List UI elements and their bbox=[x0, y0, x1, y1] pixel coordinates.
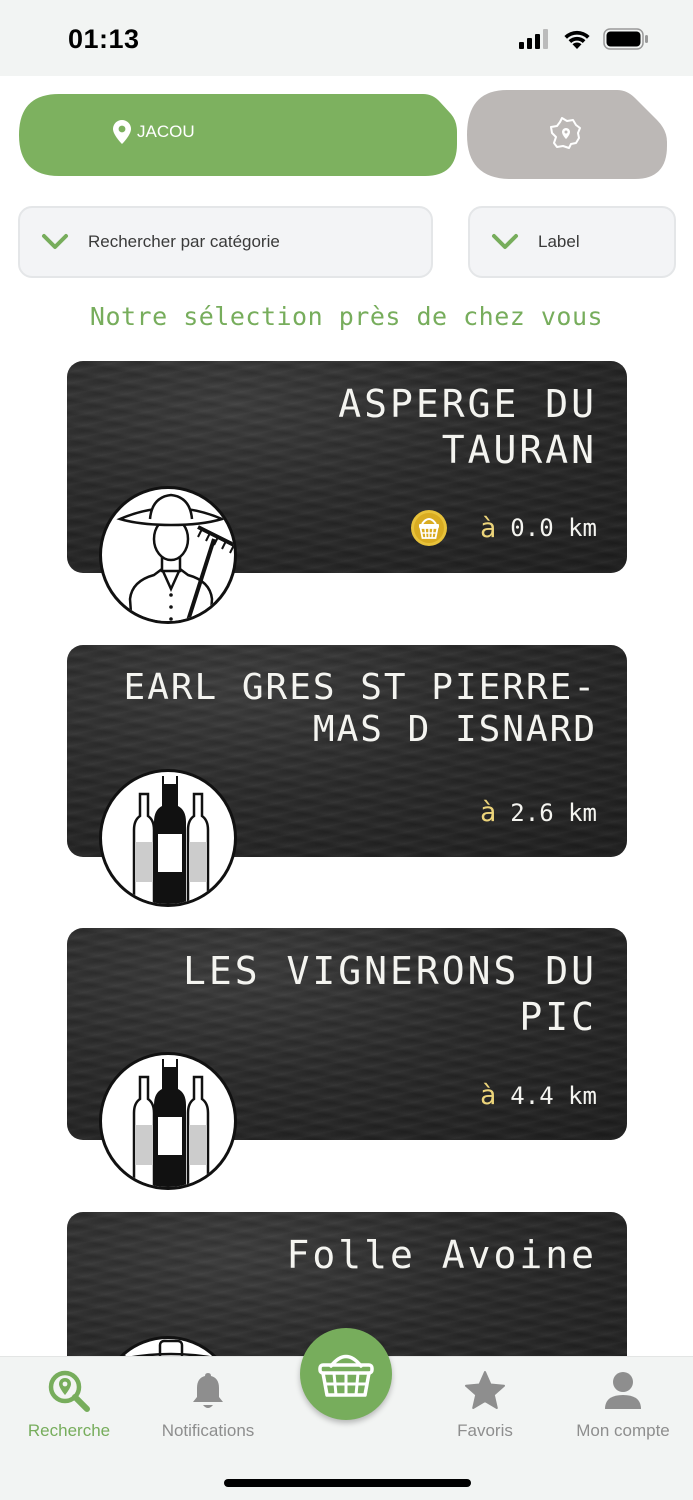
status-bar: 01:13 bbox=[0, 0, 693, 76]
distance-prefix: à bbox=[480, 797, 497, 828]
producer-name-line1: EARL GRES ST PIERRE- bbox=[123, 667, 597, 708]
france-map-icon bbox=[550, 117, 581, 149]
location-button[interactable]: JACOU bbox=[19, 94, 457, 176]
battery-icon bbox=[603, 28, 648, 50]
producer-name-line2: TAURAN bbox=[441, 428, 597, 472]
producer-name-line1: ASPERGE DU bbox=[338, 382, 597, 426]
producer-name: LES VIGNERONS DU PIC bbox=[97, 948, 597, 1040]
producer-name-line1: Folle Avoine bbox=[286, 1233, 597, 1277]
producer-name: ASPERGE DU TAURAN bbox=[97, 381, 597, 473]
wine-bottles-icon bbox=[99, 769, 237, 907]
producer-card-les-vignerons-du-pic[interactable]: LES VIGNERONS DU PIC à 4.4 km bbox=[67, 928, 627, 1190]
producer-name-line1: LES VIGNERONS DU bbox=[182, 949, 597, 993]
producer-distance: à 0.0 km bbox=[410, 509, 597, 547]
label-dropdown-label: Label bbox=[538, 232, 580, 251]
producer-name-line2: MAS D ISNARD bbox=[312, 709, 597, 750]
producer-distance: à 4.4 km bbox=[480, 1080, 597, 1111]
nav-notifications[interactable]: Notifications bbox=[139, 1369, 277, 1441]
distance-value: 4.4 km bbox=[510, 1081, 597, 1110]
app-screen: 01:13 JACOU Rechercher par catégorie Lab… bbox=[0, 0, 693, 1500]
location-button-shape bbox=[19, 94, 457, 176]
bell-icon bbox=[193, 1373, 223, 1408]
status-icons bbox=[519, 28, 649, 50]
producer-name-line2: PIC bbox=[519, 995, 597, 1039]
distance-prefix: à bbox=[480, 512, 497, 544]
distance-prefix: à bbox=[480, 1080, 497, 1111]
france-map-button[interactable] bbox=[467, 90, 667, 179]
wifi-icon bbox=[564, 30, 590, 49]
chevron-down-icon bbox=[492, 234, 518, 249]
cellular-signal-icon bbox=[519, 29, 548, 49]
home-indicator bbox=[224, 1479, 471, 1487]
nav-search[interactable]: Recherche bbox=[0, 1369, 138, 1441]
nav-favorites[interactable]: Favoris bbox=[416, 1369, 554, 1441]
nav-account-label: Mon compte bbox=[576, 1421, 670, 1440]
map-pin-icon bbox=[113, 120, 131, 144]
chevron-down-icon bbox=[42, 234, 68, 249]
nav-account[interactable]: Mon compte bbox=[554, 1369, 692, 1441]
distance-value: 0.0 km bbox=[510, 514, 597, 542]
farmer-icon bbox=[99, 486, 237, 624]
basket-icon bbox=[318, 1354, 374, 1397]
producer-distance: à 2.6 km bbox=[480, 797, 597, 828]
nav-search-label: Recherche bbox=[27, 1421, 111, 1440]
nav-notifications-label: Notifications bbox=[161, 1421, 255, 1440]
producer-card-earl-gres-st-pierre[interactable]: EARL GRES ST PIERRE- MAS D ISNARD à 2.6 … bbox=[67, 645, 627, 907]
nav-favorites-label: Favoris bbox=[457, 1421, 513, 1440]
section-title: Notre sélection près de chez vous bbox=[89, 302, 604, 331]
location-label: JACOU bbox=[137, 122, 195, 141]
label-dropdown[interactable]: Label bbox=[468, 206, 676, 278]
basket-button[interactable] bbox=[300, 1328, 392, 1420]
search-location-icon bbox=[48, 1370, 90, 1412]
category-dropdown[interactable]: Rechercher par catégorie bbox=[18, 206, 433, 278]
user-icon bbox=[605, 1372, 641, 1409]
producer-card-asperge-du-tauran[interactable]: ASPERGE DU TAURAN à 0.0 km bbox=[67, 361, 627, 624]
category-dropdown-label: Rechercher par catégorie bbox=[88, 232, 280, 251]
producer-name: EARL GRES ST PIERRE- MAS D ISNARD bbox=[97, 667, 597, 751]
status-time: 01:13 bbox=[68, 24, 140, 54]
basket-badge-icon bbox=[411, 510, 448, 546]
wine-bottles-icon bbox=[99, 1052, 237, 1190]
distance-value: 2.6 km bbox=[510, 798, 597, 827]
location-content: JACOU bbox=[113, 120, 195, 144]
producer-name: Folle Avoine bbox=[97, 1232, 597, 1278]
star-icon bbox=[465, 1371, 505, 1409]
